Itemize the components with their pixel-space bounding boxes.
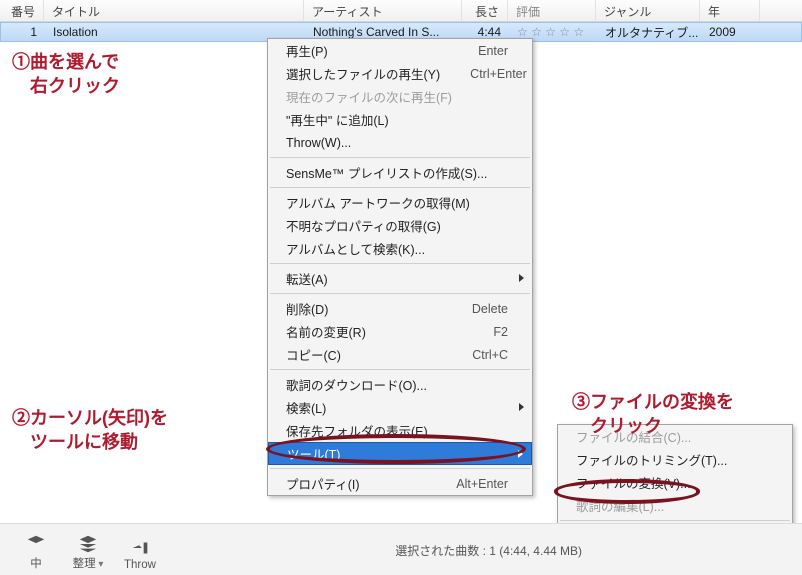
throw-icon xyxy=(129,537,151,559)
menu-delete-label: 削除(D) xyxy=(286,299,328,318)
menu-dl-lyrics-label: 歌詞のダウンロード(O)... xyxy=(286,375,427,394)
cell-year: 2009 xyxy=(701,23,761,41)
col-number[interactable]: 番号 xyxy=(0,0,44,21)
menu-separator xyxy=(270,293,530,294)
menu-copy[interactable]: コピー(C) Ctrl+C xyxy=(268,343,532,366)
menu-play-after-current: 現在のファイルの次に再生(F) xyxy=(268,85,532,108)
toolbar-throw-button[interactable]: Throw xyxy=(114,537,166,571)
menu-download-lyrics[interactable]: 歌詞のダウンロード(O)... xyxy=(268,373,532,396)
menu-rename-shortcut: F2 xyxy=(493,325,508,339)
cell-title: Isolation xyxy=(45,23,305,41)
menu-search-as-album[interactable]: アルバムとして検索(K)... xyxy=(268,237,532,260)
menu-throw[interactable]: Throw(W)... xyxy=(268,131,532,154)
menu-play-selected[interactable]: 選択したファイルの再生(Y) Ctrl+Enter xyxy=(268,62,532,85)
toolbar-view-label: 中 xyxy=(30,555,42,571)
menu-search-label: 検索(L) xyxy=(286,398,326,417)
menu-separator xyxy=(270,369,530,370)
toolbar-view-button[interactable]: 中 xyxy=(10,533,62,571)
menu-separator xyxy=(270,157,530,158)
stack-icon xyxy=(25,533,47,555)
menu-get-artwork[interactable]: アルバム アートワークの取得(M) xyxy=(268,191,532,214)
menu-copy-label: コピー(C) xyxy=(286,345,341,364)
menu-play[interactable]: 再生(P) Enter xyxy=(268,39,532,62)
bottom-toolbar: 中 整理 Throw 選択された曲数 : 1 (4:44, 4.44 MB) xyxy=(0,523,802,575)
menu-rename-label: 名前の変更(R) xyxy=(286,322,366,341)
col-genre[interactable]: ジャンル xyxy=(596,0,700,21)
menu-play-label: 再生(P) xyxy=(286,41,328,60)
annotation-1: ①曲を選んで 右クリック xyxy=(12,50,120,99)
col-artist[interactable]: アーティスト xyxy=(304,0,462,21)
submenu-arrow-icon xyxy=(519,274,524,282)
submenu-trim-label: ファイルのトリミング(T)... xyxy=(576,450,727,469)
menu-play-after-label: 現在のファイルの次に再生(F) xyxy=(286,87,452,106)
menu-separator xyxy=(270,468,530,469)
menu-transfer[interactable]: 転送(A) xyxy=(268,267,532,290)
menu-play-selected-label: 選択したファイルの再生(Y) xyxy=(286,64,440,83)
annotation-circle-2 xyxy=(554,479,700,504)
menu-separator xyxy=(270,187,530,188)
toolbar-organize-label: 整理 xyxy=(73,555,104,571)
menu-sensme[interactable]: SensMe™ プレイリストの作成(S)... xyxy=(268,161,532,184)
menu-properties[interactable]: プロパティ(I) Alt+Enter xyxy=(268,472,532,495)
menu-search-as-album-label: アルバムとして検索(K)... xyxy=(286,239,425,258)
menu-separator xyxy=(560,520,790,521)
menu-play-shortcut: Enter xyxy=(478,44,508,58)
menu-sensme-label: SensMe™ プレイリストの作成(S)... xyxy=(286,163,487,182)
col-rating[interactable]: 評価 xyxy=(508,0,596,21)
menu-search[interactable]: 検索(L) xyxy=(268,396,532,419)
submenu-trim-file[interactable]: ファイルのトリミング(T)... xyxy=(558,448,792,471)
menu-get-unknown-properties[interactable]: 不明なプロパティの取得(G) xyxy=(268,214,532,237)
track-table: 番号 タイトル アーティスト 長さ 評価 ジャンル 年 1 Isolation … xyxy=(0,0,802,42)
layers-icon xyxy=(77,533,99,555)
annotation-3: ③ファイルの変換を クリック xyxy=(572,390,734,439)
menu-add-to-playing[interactable]: "再生中" に追加(L) xyxy=(268,108,532,131)
menu-transfer-label: 転送(A) xyxy=(286,269,328,288)
menu-delete-shortcut: Delete xyxy=(472,302,508,316)
menu-play-selected-shortcut: Ctrl+Enter xyxy=(470,67,527,81)
col-year[interactable]: 年 xyxy=(700,0,760,21)
menu-copy-shortcut: Ctrl+C xyxy=(472,348,508,362)
toolbar-throw-label: Throw xyxy=(124,559,156,571)
menu-properties-label: プロパティ(I) xyxy=(286,474,360,493)
status-text: 選択された曲数 : 1 (4:44, 4.44 MB) xyxy=(395,542,582,571)
menu-delete[interactable]: 削除(D) Delete xyxy=(268,297,532,320)
menu-get-artwork-label: アルバム アートワークの取得(M) xyxy=(286,193,470,212)
col-length[interactable]: 長さ xyxy=(462,0,508,21)
col-title[interactable]: タイトル xyxy=(44,0,304,21)
menu-separator xyxy=(270,263,530,264)
menu-get-unknownprop-label: 不明なプロパティの取得(G) xyxy=(286,216,441,235)
menu-properties-shortcut: Alt+Enter xyxy=(456,477,508,491)
cell-number: 1 xyxy=(1,23,45,41)
cell-genre: オルタナティブ... xyxy=(597,22,701,43)
submenu-arrow-icon xyxy=(519,403,524,411)
menu-add-to-playing-label: "再生中" に追加(L) xyxy=(286,110,389,129)
context-menu: 再生(P) Enter 選択したファイルの再生(Y) Ctrl+Enter 現在… xyxy=(267,38,533,496)
toolbar-organize-button[interactable]: 整理 xyxy=(62,533,114,571)
menu-throw-label: Throw(W)... xyxy=(286,136,351,150)
annotation-circle-1 xyxy=(266,434,526,464)
table-header: 番号 タイトル アーティスト 長さ 評価 ジャンル 年 xyxy=(0,0,802,22)
menu-rename[interactable]: 名前の変更(R) F2 xyxy=(268,320,532,343)
annotation-2: ②カーソル(矢印)を ツールに移動 xyxy=(12,406,168,455)
